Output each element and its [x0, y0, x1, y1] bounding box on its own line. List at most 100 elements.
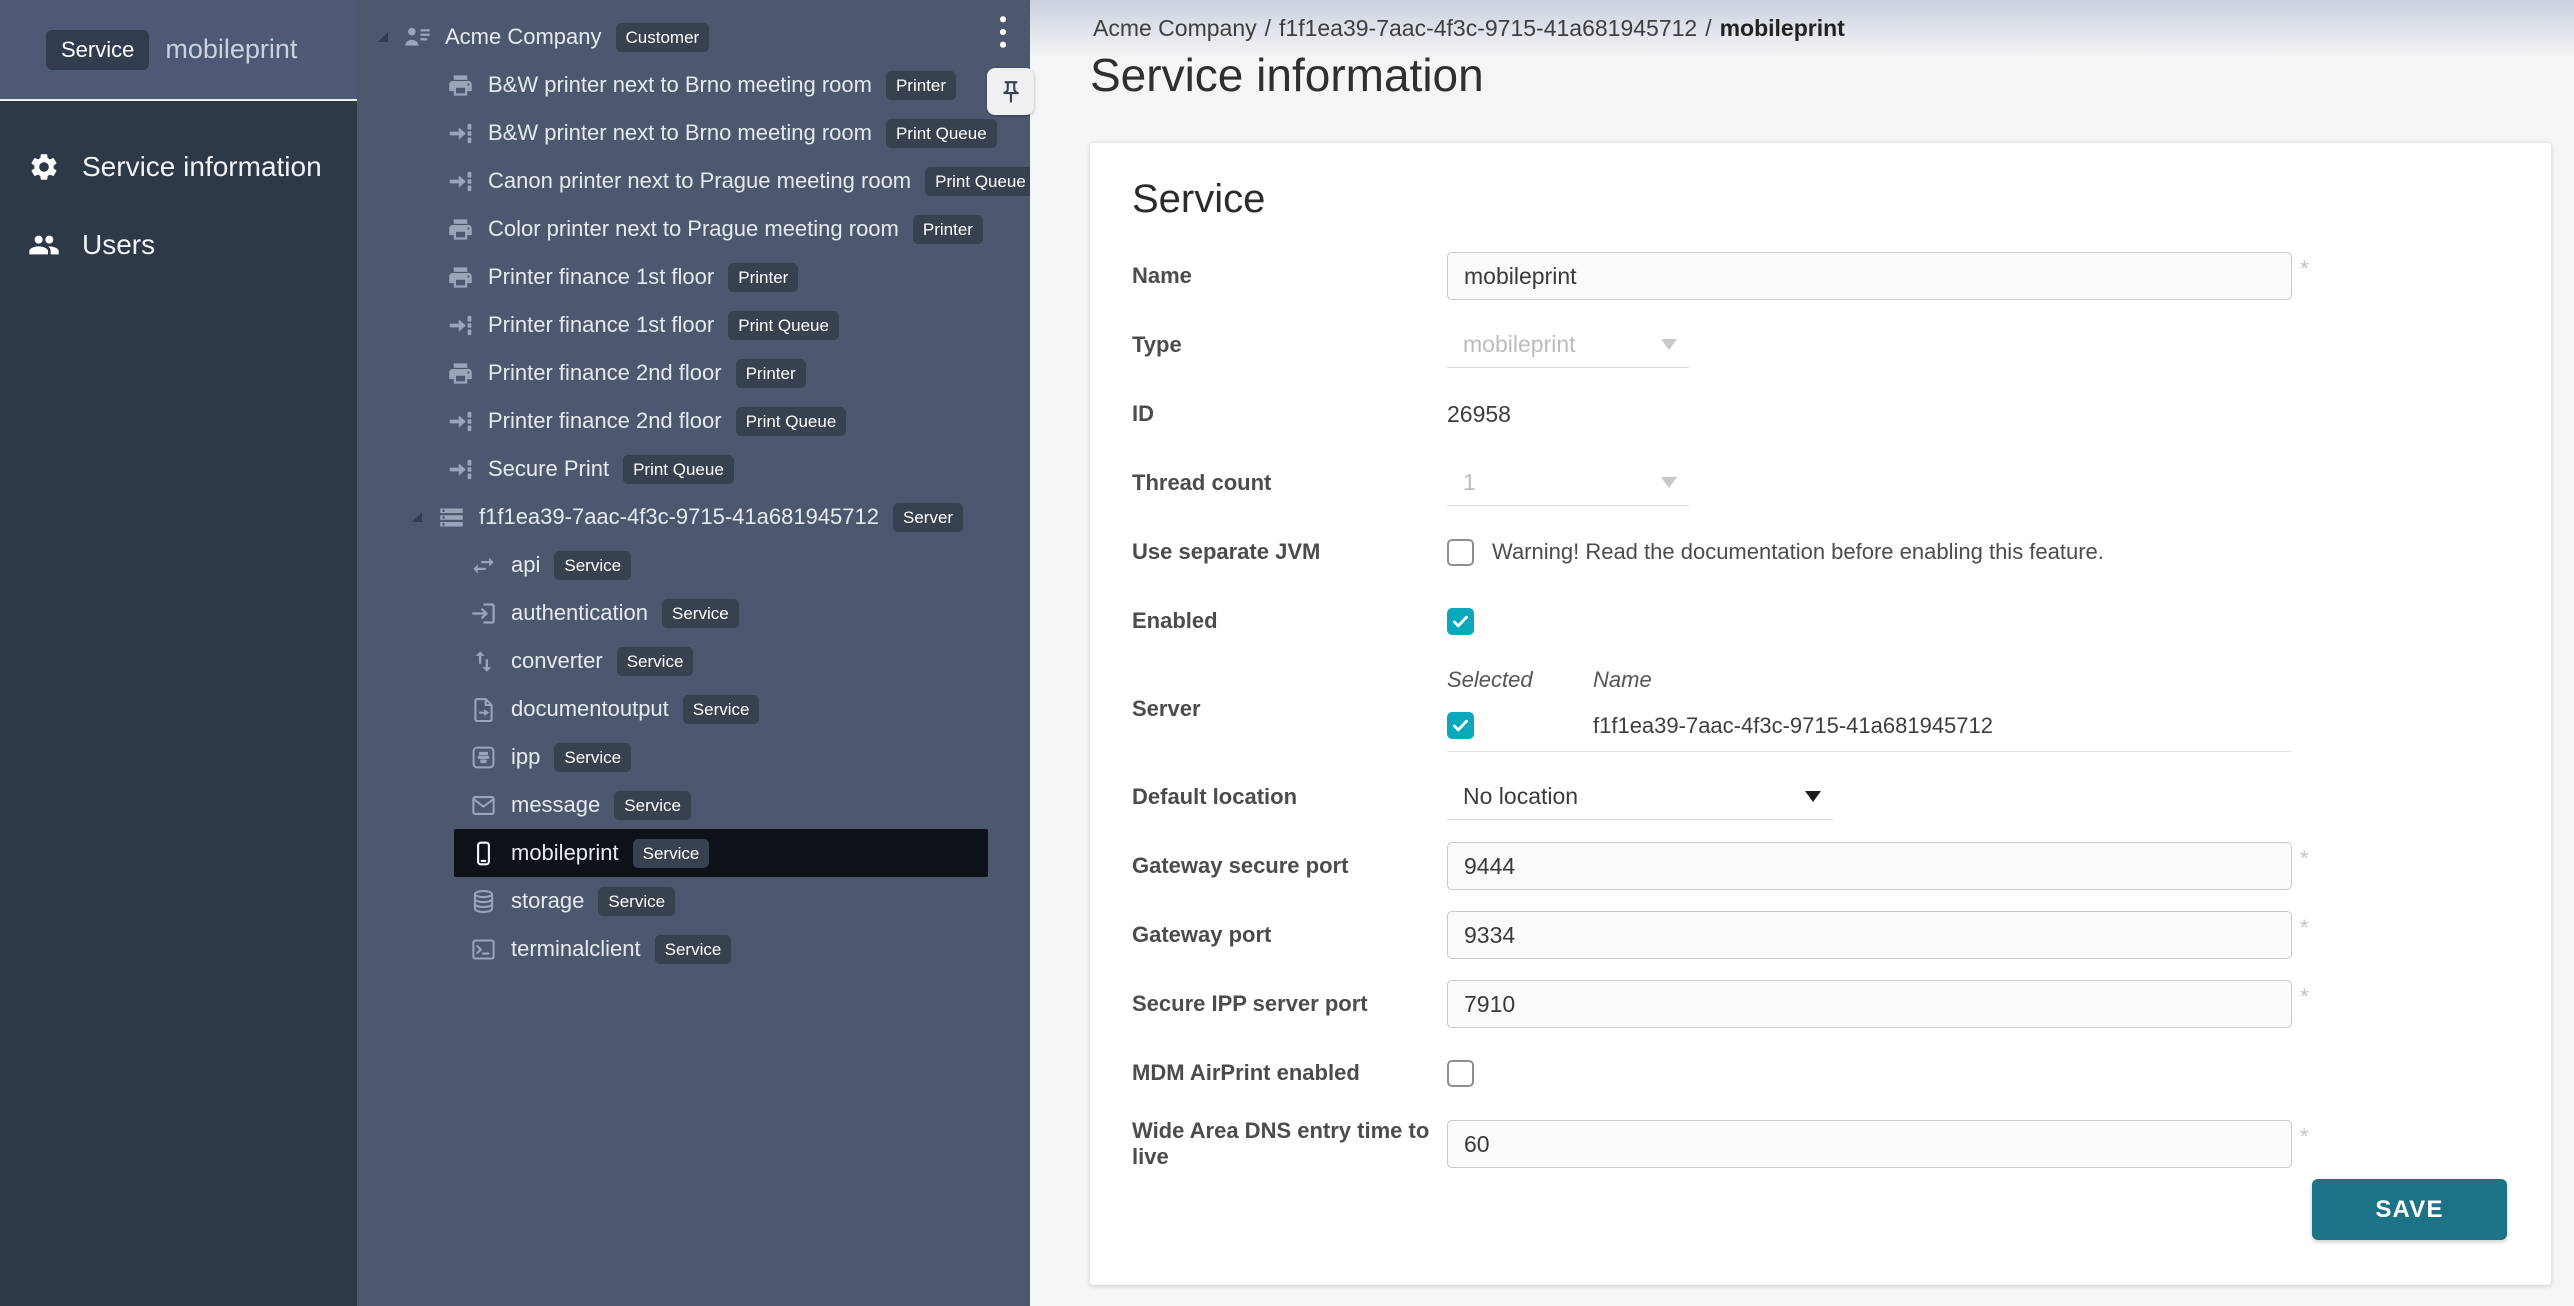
tree-node-printer-finance-1st-floor-print-queue[interactable]: Printer finance 1st floorPrint Queue	[357, 301, 1030, 349]
sidebar: Service mobileprint Service informationU…	[0, 0, 357, 1306]
gateway-secure-port-input[interactable]	[1447, 842, 2292, 890]
type-select: mobileprint	[1447, 322, 1689, 368]
gateway-port-input[interactable]	[1447, 911, 2292, 959]
expander-icon[interactable]	[378, 32, 388, 42]
enabled-checkbox[interactable]	[1447, 608, 1474, 635]
required-asterisk: *	[2300, 846, 2309, 872]
field-label-server: Server	[1132, 696, 1447, 722]
mdm-airprint-enabled-checkbox[interactable]	[1447, 1060, 1474, 1087]
breadcrumb-item-f1f1ea39-7aac-4f3c-9715-41a681945712[interactable]: f1f1ea39-7aac-4f3c-9715-41a681945712	[1279, 15, 1697, 41]
tree-node-label: documentoutput	[511, 698, 669, 720]
breadcrumb-separator: /	[1705, 15, 1711, 41]
secure-ipp-server-port-input[interactable]	[1447, 980, 2292, 1028]
field-label-default-location: Default location	[1132, 784, 1447, 810]
node-type-badge: Printer	[886, 71, 956, 100]
column-header-selected: Selected	[1447, 667, 1593, 693]
sidebar-item-label: Service information	[82, 151, 322, 183]
tree-node-mobileprint-service[interactable]: mobileprintService	[454, 829, 988, 877]
form-row-type: Typemobileprint	[1132, 321, 2551, 369]
node-type-badge: Printer	[913, 215, 983, 244]
tree-node-converter-service[interactable]: converterService	[357, 637, 1030, 685]
tree-node-printer-finance-1st-floor-printer[interactable]: Printer finance 1st floorPrinter	[357, 253, 1030, 301]
server-selected-checkbox[interactable]	[1447, 712, 1474, 739]
tree-node-label: Printer finance 2nd floor	[488, 410, 722, 432]
wide-area-dns-entry-time-to-live-input[interactable]	[1447, 1120, 2292, 1168]
form-row-thread-count: Thread count1	[1132, 459, 2551, 507]
field-label-thread-count: Thread count	[1132, 470, 1447, 496]
tree-node-api-service[interactable]: apiService	[357, 541, 1030, 589]
authentication-icon	[470, 600, 497, 627]
tree-node-canon-printer-next-to-prague-meeting-room-print-queue[interactable]: Canon printer next to Prague meeting roo…	[357, 157, 1030, 205]
service-card: Service Name* Typemobileprint ID26958 Threa…	[1090, 143, 2551, 1285]
tree-node-label: mobileprint	[511, 842, 619, 864]
tree-node-printer-finance-2nd-floor-printer[interactable]: Printer finance 2nd floorPrinter	[357, 349, 1030, 397]
default-location-selected-value: No location	[1463, 783, 1578, 810]
tree-node-label: storage	[511, 890, 584, 912]
server-name: f1f1ea39-7aac-4f3c-9715-41a681945712	[1593, 713, 1993, 739]
form-row-secure-ipp-server-port: Secure IPP server port*	[1132, 980, 2551, 1028]
node-type-badge: Server	[893, 503, 963, 532]
tree-node-documentoutput-service[interactable]: documentoutputService	[357, 685, 1030, 733]
printer-icon	[447, 360, 474, 387]
tree-node-b-w-printer-next-to-brno-meeting-room-print-queue[interactable]: B&W printer next to Brno meeting roomPri…	[357, 109, 1030, 157]
node-type-badge: Print Queue	[728, 311, 839, 340]
pin-panel-button[interactable]	[987, 68, 1034, 115]
tree-node-acme-company-customer[interactable]: Acme CompanyCustomer	[357, 13, 1030, 61]
form-row-server: ServerSelectedNamef1f1ea39-7aac-4f3c-971…	[1132, 666, 2551, 752]
tree-node-authentication-service[interactable]: authenticationService	[357, 589, 1030, 637]
name-input[interactable]	[1447, 252, 2292, 300]
node-type-badge: Print Queue	[736, 407, 847, 436]
form-row-gateway-port: Gateway port*	[1132, 911, 2551, 959]
sidebar-item-label: Users	[82, 229, 155, 261]
form-row-id: ID26958	[1132, 390, 2551, 438]
tree-node-label: Printer finance 2nd floor	[488, 362, 722, 384]
tree-node-printer-finance-2nd-floor-print-queue[interactable]: Printer finance 2nd floor Print Queue	[357, 397, 1030, 445]
print-queue-icon	[447, 168, 474, 195]
tree-node-terminalclient-service[interactable]: terminalclientService	[357, 925, 1030, 973]
tree-node-label: message	[511, 794, 600, 816]
field-label-gateway-secure-port: Gateway secure port	[1132, 853, 1447, 879]
expander-icon[interactable]	[412, 512, 422, 522]
use-separate-jvm-checkbox[interactable]	[1447, 539, 1474, 566]
node-type-badge: Service	[554, 743, 631, 772]
node-type-badge: Service	[614, 791, 691, 820]
service-name-title: mobileprint	[165, 34, 297, 65]
entity-tree: Acme CompanyCustomerB&W printer next to …	[357, 13, 1030, 973]
api-icon	[470, 552, 497, 579]
print-queue-icon	[447, 312, 474, 339]
tree-node-f1f1ea39-7aac-4f3c-9715-41a681945712-server[interactable]: f1f1ea39-7aac-4f3c-9715-41a681945712Serv…	[357, 493, 1030, 541]
card-title: Service	[1132, 175, 2551, 223]
save-button[interactable]: SAVE	[2312, 1179, 2507, 1240]
converter-icon	[470, 648, 497, 675]
thread-count-select: 1	[1447, 460, 1689, 506]
tree-node-secure-print-print-queue[interactable]: Secure PrintPrint Queue	[357, 445, 1030, 493]
tree-node-ipp-service[interactable]: ippService	[357, 733, 1030, 781]
customer-icon	[404, 24, 431, 51]
tree-node-color-printer-next-to-prague-meeting-room-printer[interactable]: Color printer next to Prague meeting roo…	[357, 205, 1030, 253]
node-type-badge: Print Queue	[925, 167, 1036, 196]
pin-icon	[998, 79, 1024, 105]
print-queue-icon	[447, 408, 474, 435]
required-asterisk: *	[2300, 915, 2309, 941]
breadcrumb-item-acme-company[interactable]: Acme Company	[1093, 15, 1257, 41]
chevron-down-icon	[1805, 791, 1821, 802]
node-type-badge: Customer	[616, 23, 710, 52]
server-table: SelectedNamef1f1ea39-7aac-4f3c-9715-41a6…	[1447, 666, 2292, 752]
tree-node-label: B&W printer next to Brno meeting room	[488, 122, 872, 144]
use-separate-jvm-note: Warning! Read the documentation before e…	[1492, 539, 2104, 565]
sidebar-item-service-information[interactable]: Service information	[0, 134, 357, 200]
form-row-name: Name*	[1132, 252, 2551, 300]
tree-node-label: Secure Print	[488, 458, 609, 480]
field-label-mdm-airprint-enabled: MDM AirPrint enabled	[1132, 1060, 1447, 1086]
main-content: Acme Company / f1f1ea39-7aac-4f3c-9715-41a…	[1030, 0, 2574, 1306]
default-location-select[interactable]: No location	[1447, 774, 1833, 820]
required-asterisk: *	[2300, 1124, 2309, 1150]
tree-node-b-w-printer-next-to-brno-meeting-room-printer[interactable]: B&W printer next to Brno meeting roomPri…	[357, 61, 1030, 109]
sidebar-item-users[interactable]: Users	[0, 212, 357, 278]
field-label-type: Type	[1132, 332, 1447, 358]
terminalclient-icon	[470, 936, 497, 963]
tree-node-message-service[interactable]: message Service	[357, 781, 1030, 829]
field-label-enabled: Enabled	[1132, 608, 1447, 634]
mobileprint-icon	[470, 840, 497, 867]
tree-node-storage-service[interactable]: storageService	[357, 877, 1030, 925]
